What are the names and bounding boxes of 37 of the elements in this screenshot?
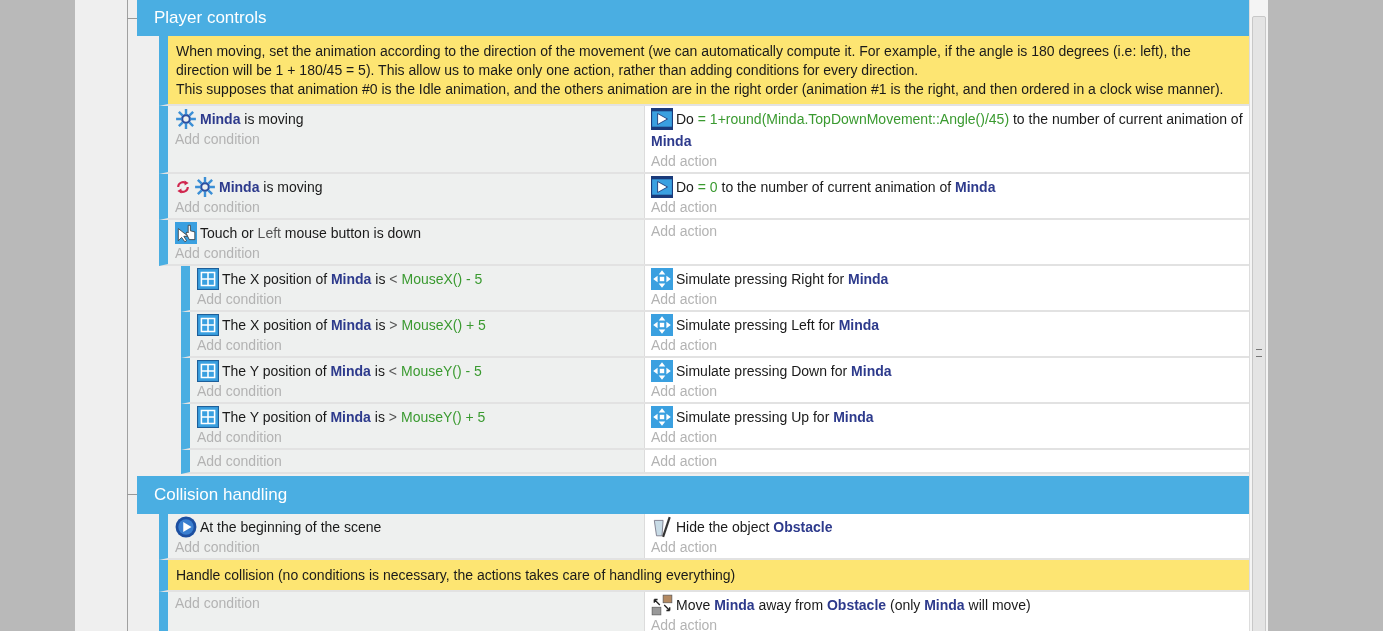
scrollbar[interactable] [1249,0,1268,631]
scrollbar-thumb[interactable] [1252,16,1266,631]
hand-cursor-icon [175,222,197,244]
condition-text[interactable]: Minda is moving [175,108,644,130]
arrow-keys-icon [651,314,673,336]
condition-text[interactable]: The Y position of Minda is > MouseY() + 5 [197,406,644,428]
action-text[interactable]: Do = 0 to the number of current animation of Minda [651,176,1249,198]
action-text[interactable]: Simulate pressing Right for Minda [651,268,1249,290]
action-text[interactable]: Simulate pressing Left for Minda [651,314,1249,336]
grid-icon [197,314,219,336]
film-play-icon [651,176,673,198]
condition-text[interactable]: The X position of Minda is > MouseX() + 5 [197,314,644,336]
arrow-keys-icon [651,268,673,290]
film-play-icon [651,108,673,130]
comment-text: Handle collision (no conditions is necessary, the actions takes care of handling everything) [176,567,736,583]
glass-icon [651,516,673,538]
condition-text[interactable]: The Y position of Minda is < MouseY() - 5 [197,360,644,382]
action-text[interactable]: Move Minda away from Obstacle (only Minda will move) [651,594,1249,616]
action-text[interactable]: Simulate pressing Down for Minda [651,360,1249,382]
action-text[interactable]: Hide the object Obstacle [651,516,1249,538]
arrows-star-icon [175,108,197,130]
condition-text[interactable]: Minda is moving [175,176,644,198]
play-circle-icon [175,516,197,538]
condition-text[interactable]: At the beginning of the scene [175,516,644,538]
grid-icon [197,360,219,382]
grid-icon [197,268,219,290]
grid-icon [197,406,219,428]
circular-arrows-icon [175,179,191,195]
action-text[interactable]: Simulate pressing Up for Minda [651,406,1249,428]
condition-text[interactable]: Touch or Left mouse button is down [175,222,644,244]
arrow-keys-icon [651,406,673,428]
comment-text: When moving, set the animation according to the direction of the movement (we can automatically compute it. For example, if the angle is 180 degrees (i.e: left), the direction will be 1 + 180/45 = 5). This allow us to make only one action, rather than adding conditions for every direction. This supposes that animation #0 is the Idle animation, and the others animation are in the right order (animation #1 is the right, and then ordered in a clock wise manner). [176,43,1224,97]
condition-text[interactable]: The X position of Minda is < MouseX() - 5 [197,268,644,290]
arrows-star-icon [194,176,216,198]
action-text[interactable]: Do = 1+round(Minda.TopDownMovement::Angle()/45) to the number of current animation of Minda [651,108,1249,152]
arrow-keys-icon [651,360,673,382]
boxes-arrows-icon [651,594,673,616]
